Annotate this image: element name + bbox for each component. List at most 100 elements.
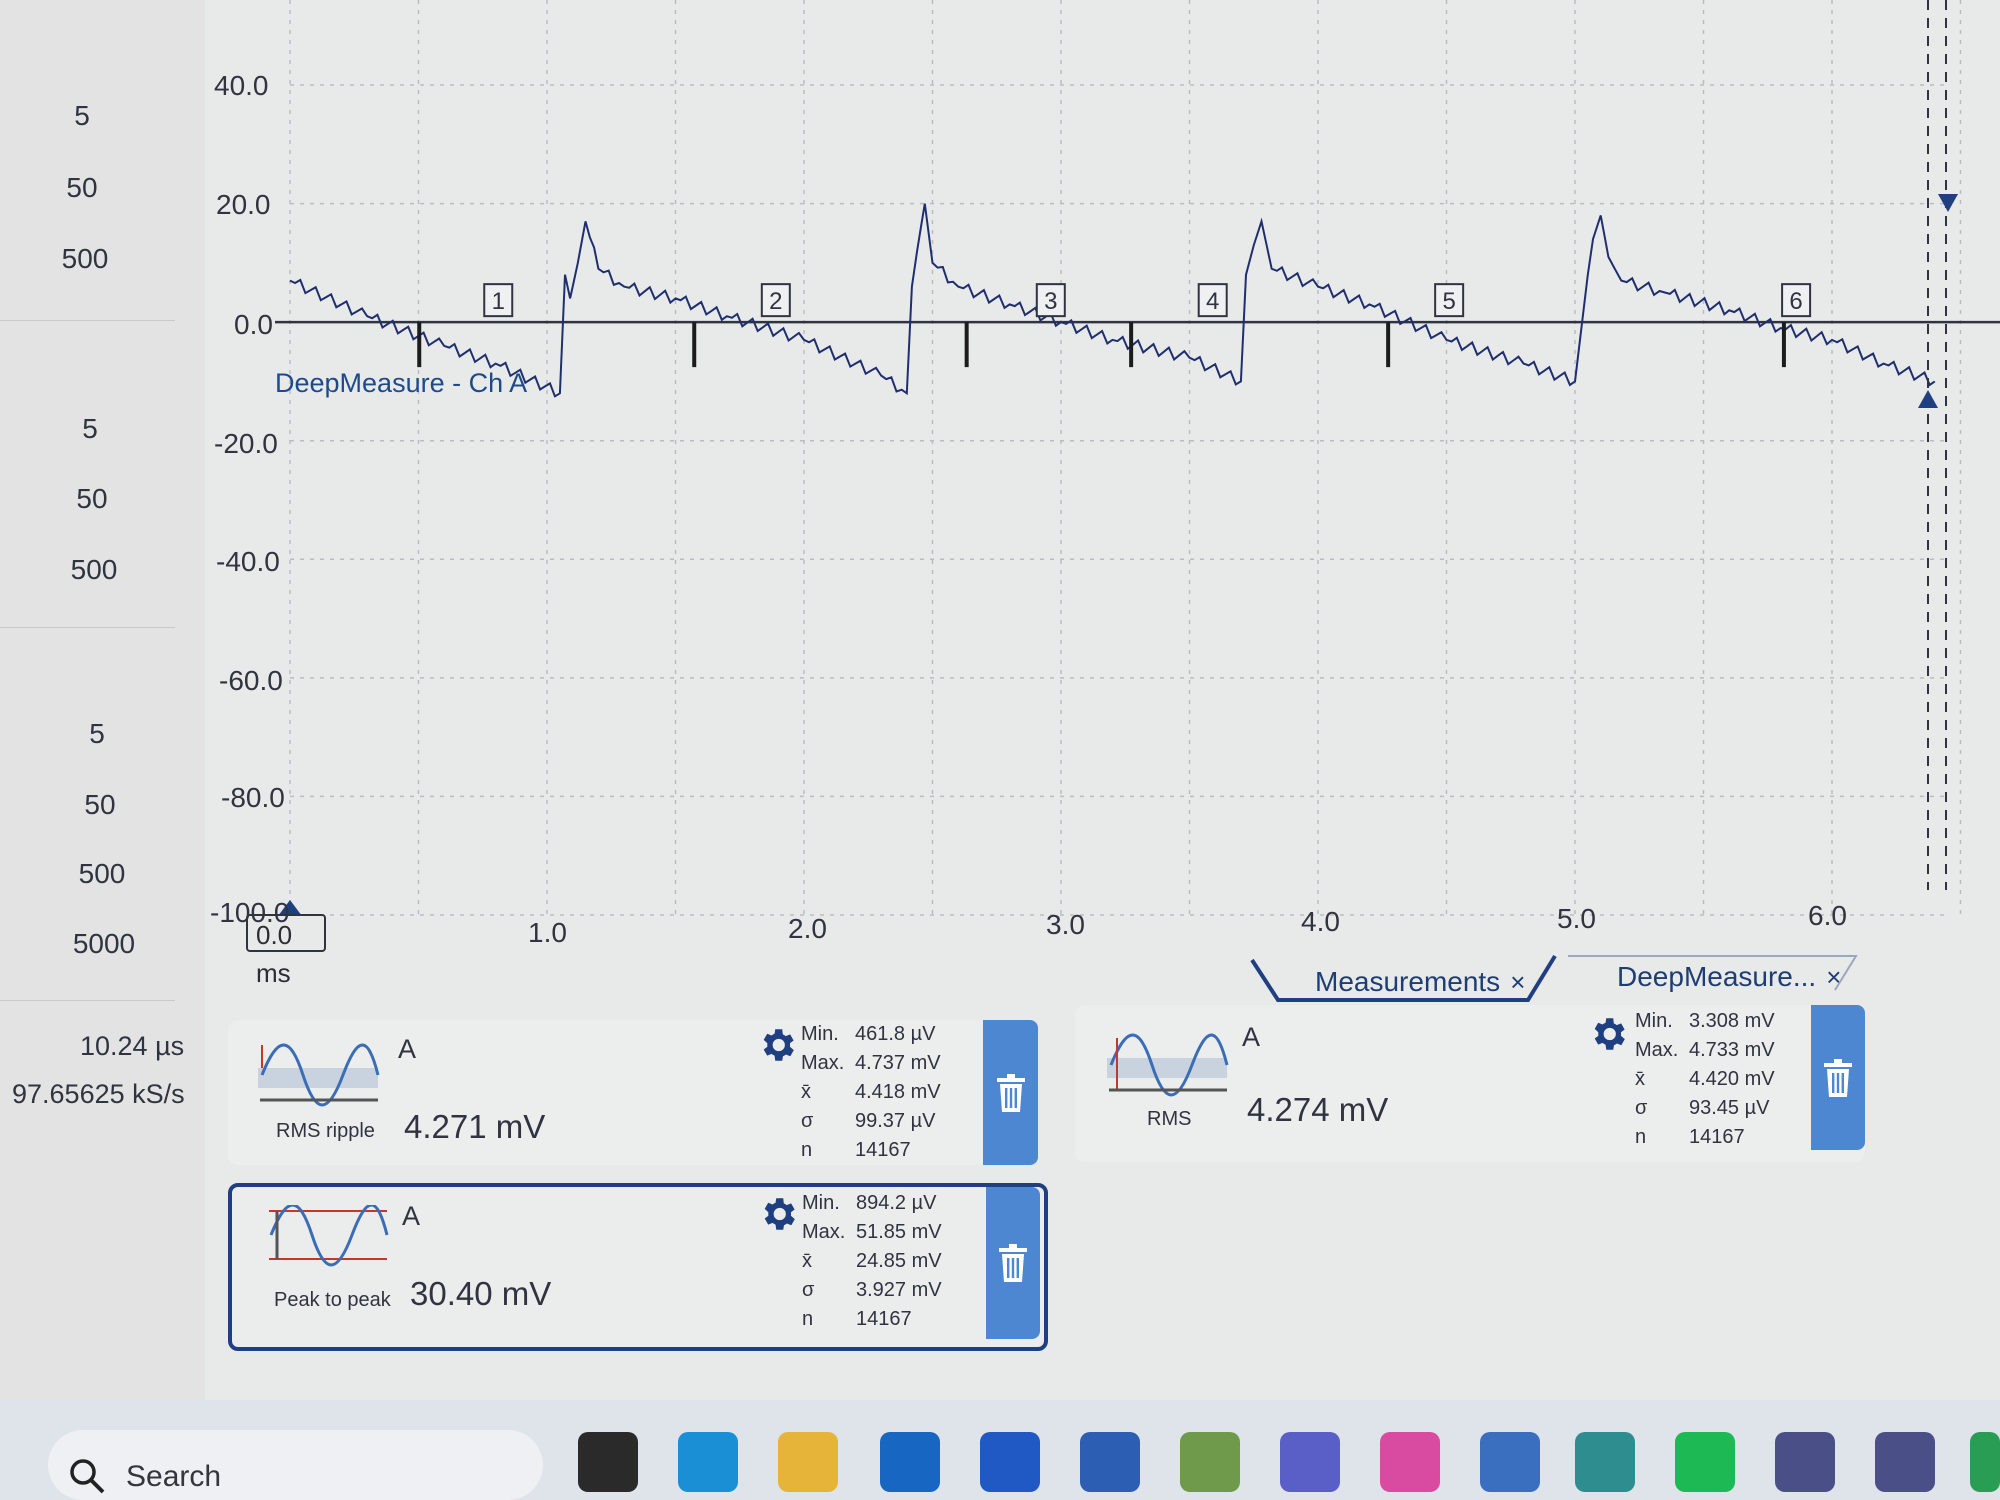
stat-min: 894.2 µV [856,1192,937,1214]
x-tick-label: 3.0 [1046,909,1085,940]
stat-key: x̄ [801,1081,811,1103]
trash-icon [1824,1058,1852,1097]
measurement-value: 4.274 mV [1247,1091,1389,1128]
trash-icon [999,1244,1027,1282]
measurement-card-rms-ripple[interactable]: A RMS ripple 4.271 mV Min. 461.8 µV Max. 4… [228,1020,1038,1165]
measurement-card-peak-to-peak[interactable]: A Peak to peak 30.40 mV Min. 894.2 µV Max… [228,1183,1048,1351]
search-icon[interactable] [68,1457,108,1497]
spotify-icon[interactable] [1675,1432,1735,1492]
stat-n: 14167 [1689,1126,1745,1148]
stat-key: x̄ [1635,1068,1645,1090]
y-tick-label: 40.0 [214,70,269,101]
y-tick-label: -80.0 [221,782,285,813]
stat-min: 461.8 µV [855,1023,936,1045]
task-view-icon[interactable] [578,1432,638,1492]
stat-key: Max. [1635,1039,1679,1061]
stat-min: 3.308 mV [1689,1010,1775,1032]
peak-to-peak-icon [269,1205,389,1267]
cursor-arrow-up [1918,390,1938,408]
cycle-marker-label: 6 [1789,288,1802,315]
stat-key: σ [802,1279,815,1301]
measurement-value: 30.40 mV [410,1275,552,1312]
delete-button[interactable] [983,1020,1038,1165]
store-icon[interactable] [980,1432,1040,1492]
rms-ripple-icon [258,1043,380,1107]
app-a-icon[interactable] [1080,1432,1140,1492]
search-box[interactable] [48,1430,543,1500]
cycle-marker-label: 5 [1442,288,1455,315]
channel-label: A [402,1201,421,1231]
cycle-marker-label: 2 [769,288,782,315]
x-tick-label: 2.0 [788,913,827,944]
x-tick-label: 6.0 [1808,900,1847,931]
series-label: DeepMeasure - Ch A [275,368,528,398]
teams-icon[interactable] [1280,1432,1340,1492]
stats-table: Min. 894.2 µV Max. 51.85 mV x̄ 24.85 mV σ 3.… [802,1189,942,1334]
stat-mean: 4.418 mV [855,1081,941,1103]
measurement-card-rms[interactable]: A RMS 4.274 mV Min. 3.308 mV Max. 4.733 mV… [1075,1005,1865,1162]
stat-max: 4.733 mV [1689,1039,1775,1061]
stat-mean: 4.420 mV [1689,1068,1775,1090]
x-tick-label: 5.0 [1557,903,1596,934]
y-tick-label: -40.0 [216,546,280,577]
stat-key: σ [1635,1097,1648,1119]
time-origin-label[interactable]: 0.0 ms [246,914,326,988]
picoscope-ps2-icon[interactable] [1875,1432,1935,1492]
stat-key: n [802,1308,814,1330]
stat-sd: 93.45 µV [1689,1097,1770,1119]
stat-key: Max. [802,1221,846,1243]
sample-rate: 97.65625 kS/s [12,1079,185,1109]
sample-interval: 10.24 µs [80,1031,185,1061]
trash-icon [996,1073,1025,1112]
plot-svg[interactable]: 1 2 3 4 5 6 [0,0,2000,960]
file-explorer-icon[interactable] [778,1432,838,1492]
copilot-icon[interactable] [1380,1432,1440,1492]
gear-icon[interactable] [1587,1013,1629,1055]
measurement-name: Peak to peak [274,1289,391,1311]
waveform-trace [289,203,1936,398]
stat-key: Min. [802,1192,840,1214]
edge-icon[interactable] [678,1432,738,1492]
gear-icon[interactable] [756,1024,798,1066]
delete-button[interactable] [986,1187,1040,1339]
measurement-value: 4.271 mV [404,1108,546,1145]
stat-key: σ [801,1110,814,1132]
stats-table: Min. 3.308 mV Max. 4.733 mV x̄ 4.420 mV σ 93… [1635,1007,1775,1152]
stat-max: 51.85 mV [856,1221,942,1243]
stats-table: Min. 461.8 µV Max. 4.737 mV x̄ 4.418 mV σ 99… [801,1020,941,1165]
cycle-marker-label: 3 [1044,288,1057,315]
x-tick-label: 1.0 [528,917,567,948]
tab-outline [1250,954,1858,1002]
picoscope-ps-icon[interactable] [1775,1432,1835,1492]
picoscope-icon[interactable] [1575,1432,1635,1492]
cycle-marker-label: 4 [1206,288,1219,315]
stat-mean: 24.85 mV [856,1250,942,1272]
whatsapp-icon[interactable] [1970,1432,2000,1492]
delete-button[interactable] [1811,1005,1865,1150]
cycle-marker-label: 1 [492,288,505,315]
notepad-icon[interactable] [1180,1432,1240,1492]
stat-key: Min. [801,1023,839,1045]
stat-n: 14167 [855,1139,911,1161]
stat-key: n [801,1139,813,1161]
y-tick-label: 0.0 [234,309,273,340]
scope-plot[interactable]: 1 2 3 4 5 6 [0,0,2000,920]
divider [0,1000,175,1001]
stat-key: x̄ [802,1250,812,1272]
rms-icon [1107,1033,1229,1097]
stat-sd: 3.927 mV [856,1279,942,1301]
measurement-name: RMS ripple [276,1120,375,1142]
gear-icon[interactable] [757,1193,799,1235]
outlook-icon[interactable] [880,1432,940,1492]
stat-sd: 99.37 µV [855,1110,936,1132]
stat-key: Min. [1635,1010,1673,1032]
search-label[interactable]: Search [126,1460,221,1494]
y-tick-label: -60.0 [219,665,283,696]
remote-desktop-icon[interactable] [1480,1432,1540,1492]
y-tick-label: 20.0 [216,189,271,220]
stat-key: n [1635,1126,1647,1148]
channel-label: A [1242,1022,1261,1052]
stat-max: 4.737 mV [855,1052,941,1074]
stat-key: Max. [801,1052,845,1074]
channel-label: A [398,1034,417,1064]
